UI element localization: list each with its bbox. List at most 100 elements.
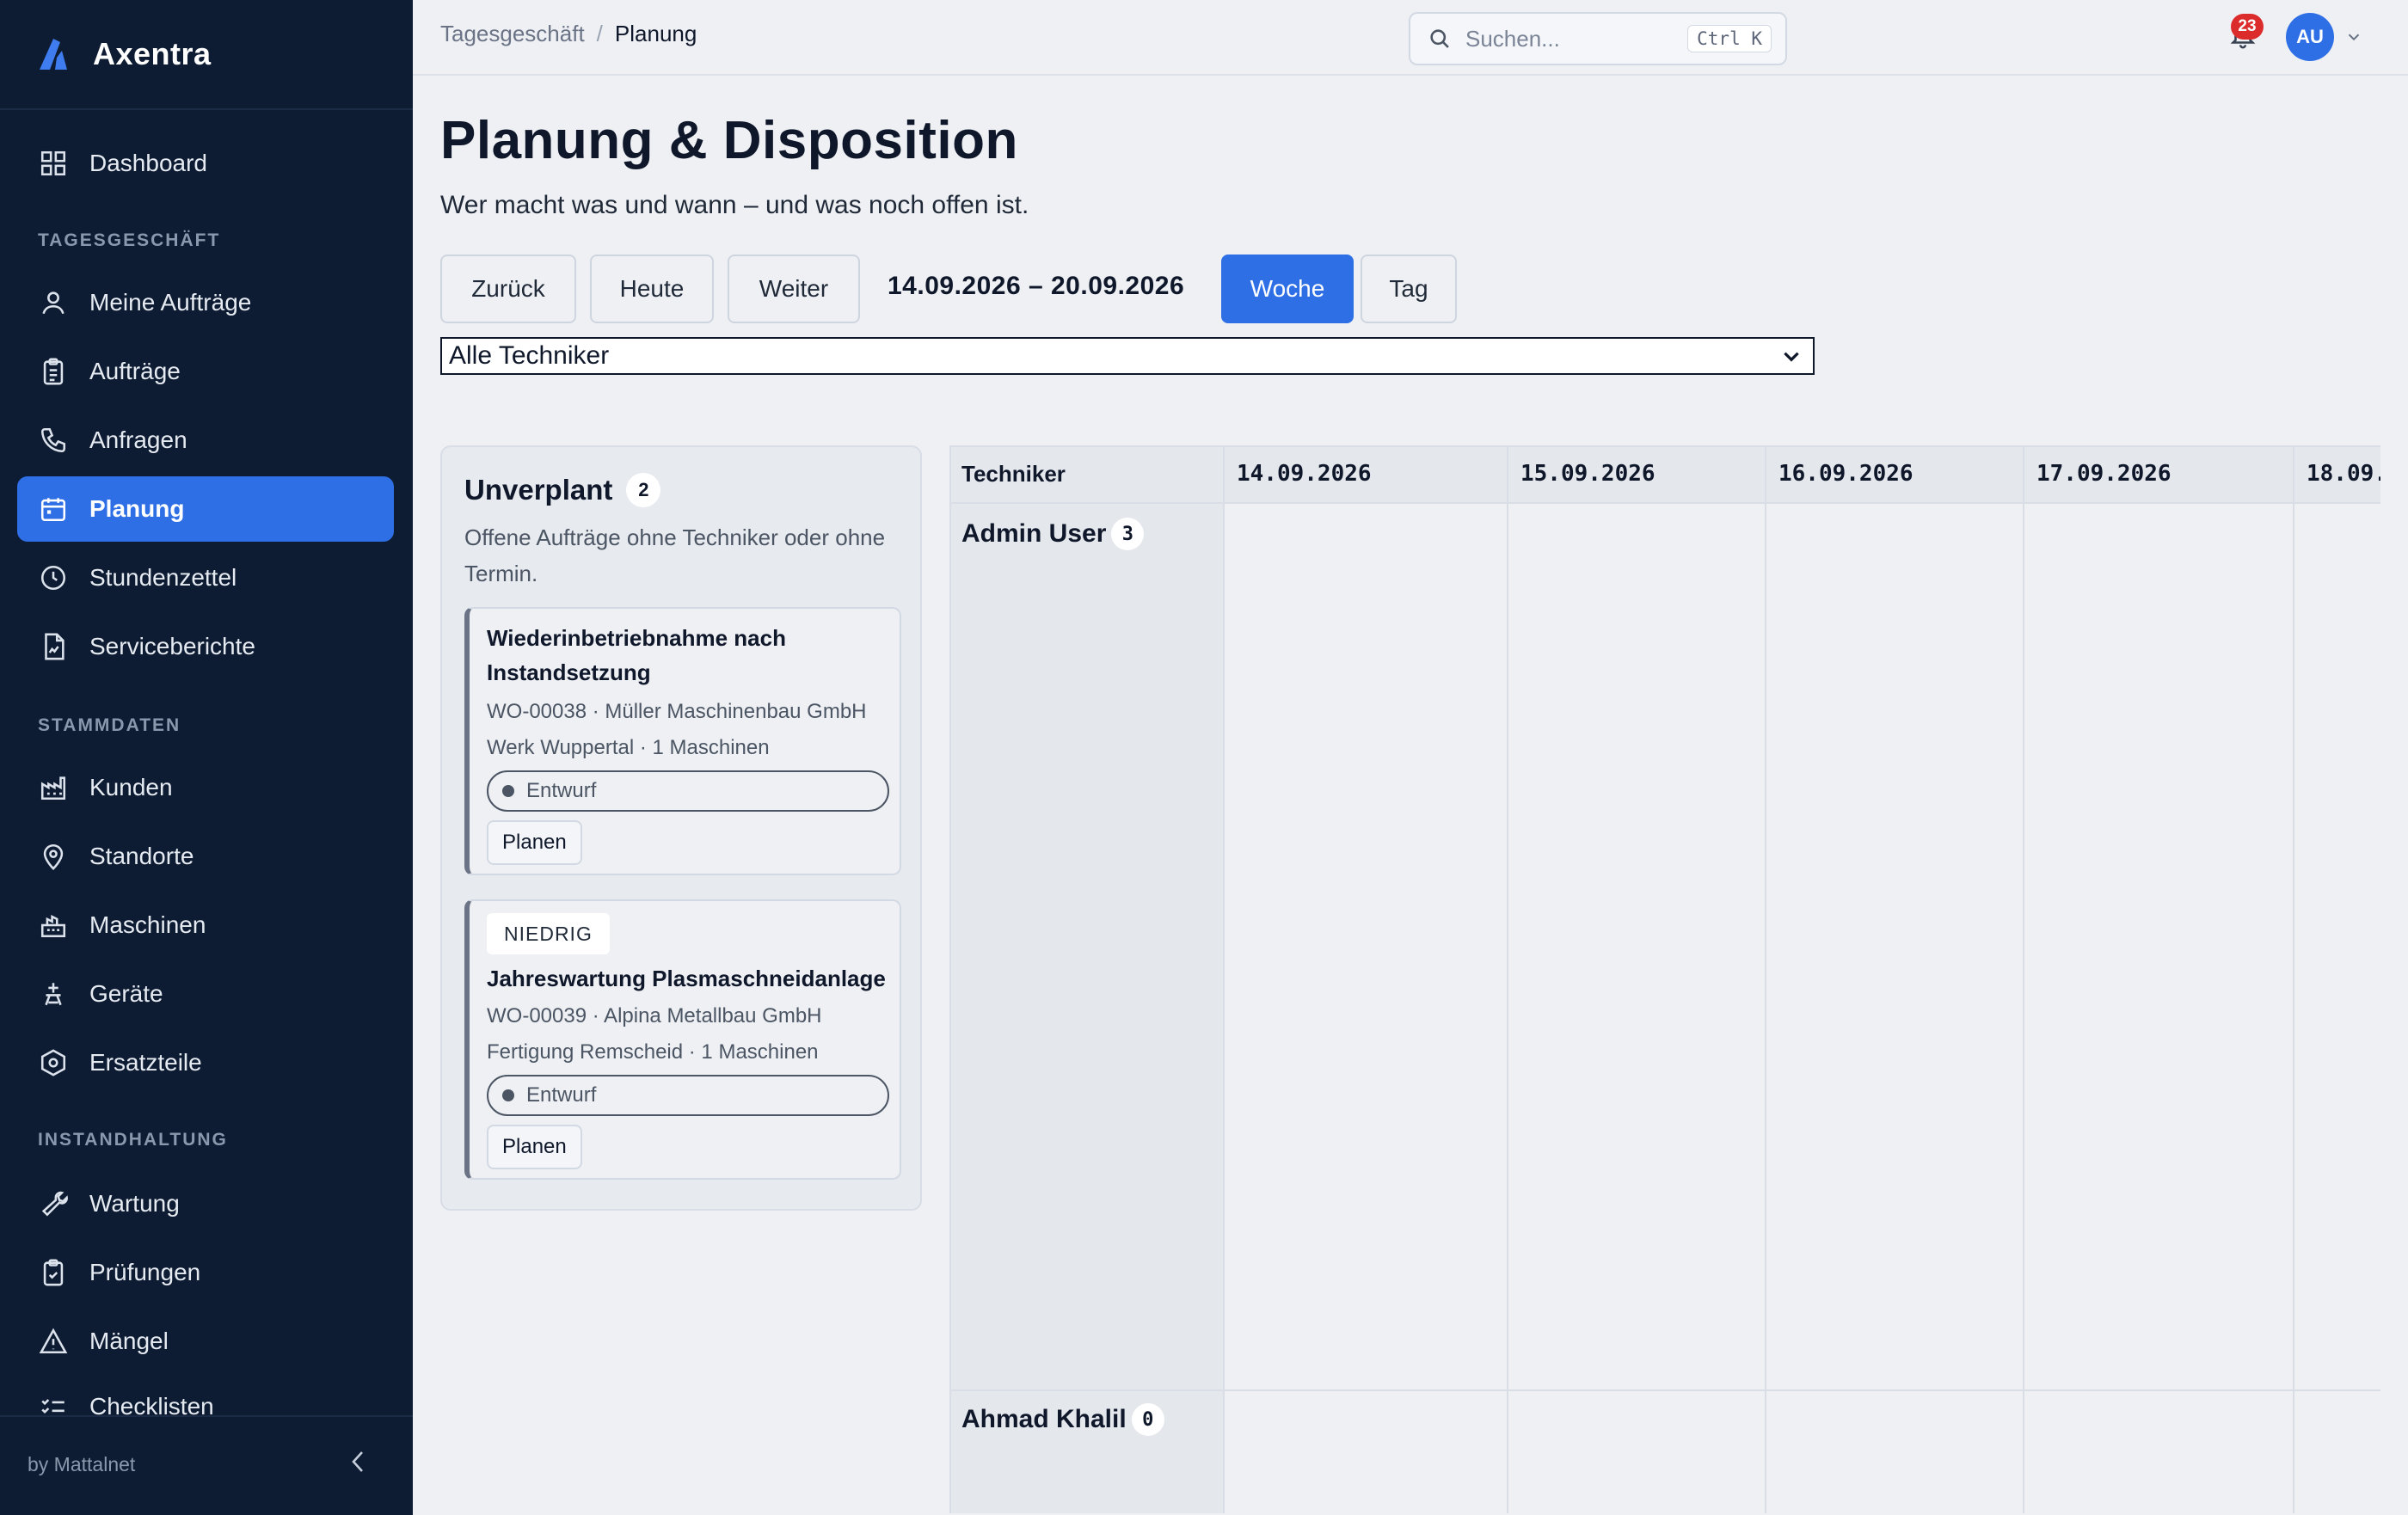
sidebar-item-devices[interactable]: Geräte [17, 961, 394, 1027]
day-header: 16.09.2026 [1778, 461, 1914, 487]
status-badge: Entwurf [487, 1075, 889, 1116]
machine-icon [36, 908, 71, 942]
phone-icon [36, 423, 71, 457]
section-label-maintenance: INSTANDHALTUNG [38, 1130, 228, 1150]
job-card[interactable]: Wiederinbetriebnahme nach Instandsetzung… [464, 607, 901, 875]
page-subtitle: Wer macht was und wann – und was noch of… [440, 191, 1029, 219]
chevron-left-icon [352, 1451, 363, 1472]
previous-button[interactable]: Zurück [440, 255, 576, 323]
status-dot-icon [502, 785, 514, 797]
sidebar-item-checklists[interactable]: Checklisten [17, 1377, 394, 1415]
page-title: Planung & Disposition [440, 111, 1018, 170]
avatar[interactable]: AU [2286, 13, 2334, 61]
job-card[interactable]: NIEDRIG Jahreswartung Plasmaschneidanlag… [464, 899, 901, 1180]
clipboard-icon [36, 354, 71, 389]
chevron-down-icon[interactable] [2344, 28, 2363, 46]
plan-job-button[interactable]: Planen [487, 1125, 582, 1169]
technician-filter-select[interactable]: Alle Techniker [440, 337, 1815, 375]
day-column[interactable] [1225, 445, 1508, 1513]
sidebar-footer: by Mattalnet [0, 1415, 413, 1515]
unplanned-description: Offene Aufträge ohne Techniker oder ohne… [464, 524, 886, 586]
sidebar-item-customers[interactable]: Kunden [17, 755, 394, 820]
column-divider [949, 445, 1225, 1513]
status-badge: Entwurf [487, 770, 889, 812]
sidebar-item-dashboard[interactable]: Dashboard [17, 131, 394, 196]
job-location-machines: Fertigung Remscheid · 1 Maschinen [487, 1040, 819, 1064]
day-column[interactable] [2024, 445, 2294, 1513]
warning-icon [36, 1324, 71, 1359]
section-label-master-data: STAMMDATEN [38, 715, 181, 735]
map-pin-icon [36, 839, 71, 874]
keyboard-shortcut-hint: Ctrl K [1687, 25, 1772, 52]
footer-credit: by Mattalnet [28, 1453, 136, 1475]
unplanned-count-badge: 2 [626, 473, 661, 507]
section-label-daily: TAGESGESCHÄFT [38, 230, 221, 250]
sidebar-item-label: Meine Aufträge [89, 289, 252, 316]
unplanned-title-row: Unverplant 2 [464, 473, 661, 507]
sidebar-item-label: Standorte [89, 843, 194, 869]
chevron-down-icon [1784, 352, 1799, 362]
sidebar-item-service-reports[interactable]: Serviceberichte [17, 614, 394, 679]
search-input[interactable]: Suchen... Ctrl K [1409, 12, 1787, 65]
sidebar-item-my-orders[interactable]: Meine Aufträge [17, 270, 394, 335]
grid-icon [36, 146, 71, 181]
wrench-icon [36, 1187, 71, 1221]
job-order-customer: WO-00038 · Müller Maschinenbau GmbH [487, 700, 867, 723]
week-view-button[interactable]: Woche [1221, 255, 1354, 323]
job-title: Wiederinbetriebnahme nach Instandsetzung [487, 625, 786, 685]
user-icon [36, 285, 71, 320]
sidebar-item-label: Geräte [89, 980, 163, 1007]
day-column[interactable] [2294, 445, 2380, 1513]
day-column[interactable] [1766, 445, 2024, 1513]
search-placeholder: Suchen... [1465, 25, 1560, 52]
brand-name: Axentra [93, 36, 212, 71]
today-button[interactable]: Heute [590, 255, 714, 323]
plan-job-button[interactable]: Planen [487, 820, 582, 865]
divider [0, 108, 413, 110]
sidebar-item-label: Prüfungen [89, 1259, 201, 1285]
sidebar-item-label: Maschinen [89, 911, 206, 938]
sidebar-item-defects[interactable]: Mängel [17, 1309, 394, 1374]
day-view-button[interactable]: Tag [1361, 255, 1457, 323]
collapse-sidebar-button[interactable] [341, 1443, 375, 1481]
clipboard-check-icon [36, 1255, 71, 1290]
hexagon-nut-icon [36, 1046, 71, 1080]
next-button[interactable]: Weiter [728, 255, 860, 323]
breadcrumb-current: Planung [614, 21, 697, 46]
sidebar-item-label: Anfragen [89, 426, 187, 453]
sidebar-item-label: Ersatzteile [89, 1049, 202, 1076]
sidebar-item-orders[interactable]: Aufträge [17, 339, 394, 404]
device-icon [36, 977, 71, 1011]
date-range: 14.09.2026 – 20.09.2026 [888, 272, 1185, 300]
clock-icon [36, 561, 71, 595]
sidebar-item-machines[interactable]: Maschinen [17, 892, 394, 958]
technician-row-label: Ahmad Khalil 0 [961, 1403, 1164, 1436]
sidebar-item-inspections[interactable]: Prüfungen [17, 1240, 394, 1305]
status-label: Entwurf [526, 779, 597, 802]
calendar-icon [36, 492, 71, 526]
sidebar-item-label: Checklisten [89, 1393, 214, 1415]
sidebar-item-locations[interactable]: Standorte [17, 824, 394, 889]
job-order-customer: WO-00039 · Alpina Metallbau GmbH [487, 1004, 822, 1027]
brand[interactable]: Axentra [38, 33, 212, 76]
sidebar-item-label: Planung [89, 495, 185, 522]
sidebar-item-label: Kunden [89, 774, 173, 800]
breadcrumb: Tagesgeschäft / Planung [440, 21, 697, 47]
status-label: Entwurf [526, 1083, 597, 1107]
job-title: Jahreswartung Plasmaschneidanlage [487, 966, 886, 991]
breadcrumb-parent-link[interactable]: Tagesgeschäft [440, 21, 585, 47]
sidebar-item-timesheets[interactable]: Stundenzettel [17, 545, 394, 610]
sidebar-item-maintenance[interactable]: Wartung [17, 1171, 394, 1236]
logo-icon [40, 39, 67, 70]
sidebar-item-spare-parts[interactable]: Ersatzteile [17, 1030, 394, 1095]
day-column[interactable] [1508, 445, 1766, 1513]
sidebar: Axentra Dashboard TAGESGESCHÄFT Meine Au… [0, 0, 413, 1515]
sidebar-item-requests[interactable]: Anfragen [17, 408, 394, 473]
priority-badge: NIEDRIG [487, 913, 610, 954]
document-chart-icon [36, 629, 71, 664]
sidebar-item-label: Dashboard [89, 150, 207, 176]
technician-row-label: Admin User 3 [961, 518, 1145, 550]
sidebar-item-planning[interactable]: Planung [17, 476, 394, 542]
notification-count-badge: 23 [2231, 14, 2264, 40]
technician-job-count: 3 [1111, 518, 1145, 550]
